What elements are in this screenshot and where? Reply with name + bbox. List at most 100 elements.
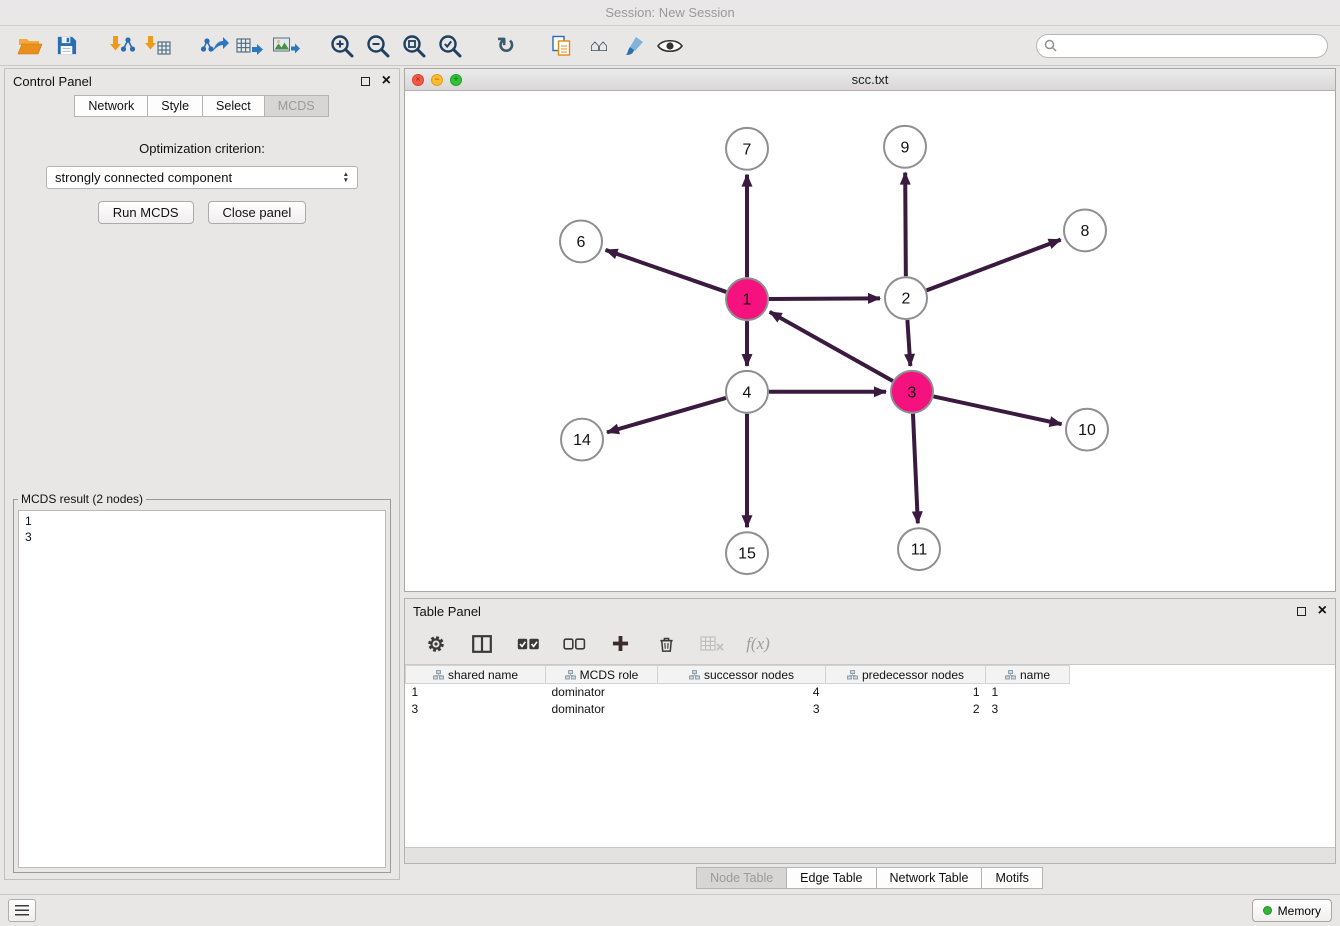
node-2[interactable]: 2: [885, 277, 927, 319]
export-network-button[interactable]: [196, 30, 232, 62]
first-neighbors-button[interactable]: ⌂⌂: [580, 30, 616, 62]
function-builder-button[interactable]: f(x): [743, 629, 773, 659]
edge-2-3[interactable]: [907, 320, 910, 366]
node-label: 14: [573, 432, 591, 449]
select-stepper-icon: ▲▼: [343, 172, 349, 183]
edge-3-1[interactable]: [770, 312, 893, 381]
edge-1-6[interactable]: [606, 250, 727, 292]
tab-mcds[interactable]: MCDS: [264, 95, 329, 117]
table-cell: 1: [826, 684, 986, 701]
network-canvas[interactable]: 7 9 6 8 1 2 4 3 14 10 15 11: [405, 91, 1335, 591]
open-session-button[interactable]: [12, 30, 48, 62]
zoom-out-icon: [365, 33, 391, 59]
node-label: 4: [743, 384, 752, 401]
export-table-button[interactable]: [232, 30, 268, 62]
node-7[interactable]: 7: [726, 128, 768, 170]
optimization-select[interactable]: strongly connected component ▲▼: [46, 166, 358, 189]
table-cell: 3: [406, 701, 546, 718]
trash-icon: [657, 634, 676, 654]
float-table-panel-icon[interactable]: [1297, 607, 1306, 616]
refresh-icon: ↻: [497, 35, 515, 57]
bottom-tab-motifs[interactable]: Motifs: [981, 867, 1042, 889]
export-image-button[interactable]: [268, 30, 304, 62]
table-settings-button[interactable]: [421, 629, 451, 659]
table-row[interactable]: 1dominator411: [406, 684, 1070, 701]
homes-icon: ⌂⌂: [590, 36, 607, 56]
window-close-icon[interactable]: ×: [412, 74, 424, 86]
delete-column-button[interactable]: [651, 629, 681, 659]
search-input[interactable]: [1036, 34, 1328, 58]
node-15[interactable]: 15: [726, 532, 768, 574]
bottom-tab-network-table[interactable]: Network Table: [876, 867, 983, 889]
show-columns-button[interactable]: [467, 629, 497, 659]
table-cell: 3: [658, 701, 826, 718]
zoom-out-button[interactable]: [360, 30, 396, 62]
run-mcds-button[interactable]: Run MCDS: [98, 201, 194, 224]
node-11[interactable]: 11: [898, 528, 940, 570]
import-table-button[interactable]: [140, 30, 176, 62]
node-10[interactable]: 10: [1066, 409, 1108, 451]
column-header-name[interactable]: name: [986, 666, 1070, 684]
zoom-in-button[interactable]: [324, 30, 360, 62]
edge-1-2[interactable]: [769, 298, 880, 299]
network-window-titlebar: × − + scc.txt: [405, 69, 1335, 91]
tab-style[interactable]: Style: [147, 95, 203, 117]
node-4[interactable]: 4: [726, 371, 768, 413]
float-panel-icon[interactable]: [361, 77, 370, 86]
column-header-successor-nodes[interactable]: successor nodes: [658, 666, 826, 684]
memory-button[interactable]: Memory: [1252, 899, 1332, 922]
column-header-shared-name[interactable]: shared name: [406, 666, 546, 684]
node-1[interactable]: 1: [726, 278, 768, 320]
memory-status-icon: [1263, 906, 1272, 915]
table-cell: 1: [406, 684, 546, 701]
select-all-columns-button[interactable]: [513, 629, 543, 659]
close-table-panel-icon[interactable]: ×: [1318, 603, 1327, 619]
edge-4-14[interactable]: [607, 398, 726, 432]
zoom-selected-icon: [437, 33, 463, 59]
bottom-tab-node-table[interactable]: Node Table: [696, 867, 787, 889]
save-session-button[interactable]: [48, 30, 84, 62]
window-zoom-icon[interactable]: +: [450, 74, 462, 86]
control-panel-title: Control Panel: [13, 74, 92, 89]
columns-icon: [472, 635, 492, 653]
edge-2-9[interactable]: [905, 173, 906, 277]
zoom-fit-button[interactable]: [396, 30, 432, 62]
zoom-selected-button[interactable]: [432, 30, 468, 62]
create-column-button[interactable]: [605, 629, 635, 659]
node-9[interactable]: 9: [884, 126, 926, 168]
show-panels-button[interactable]: [8, 899, 36, 922]
table-panel: Table Panel ×: [404, 598, 1336, 864]
import-network-button[interactable]: [104, 30, 140, 62]
network-window-title: scc.txt: [405, 72, 1335, 87]
delete-table-button[interactable]: [697, 629, 727, 659]
tab-select[interactable]: Select: [202, 95, 265, 117]
column-header-predecessor-nodes[interactable]: predecessor nodes: [826, 666, 986, 684]
apply-style-button[interactable]: [616, 30, 652, 62]
window-minimize-icon[interactable]: −: [431, 74, 443, 86]
close-panel-button[interactable]: Close panel: [208, 201, 307, 224]
edge-3-11[interactable]: [913, 414, 918, 524]
table-row[interactable]: 3dominator323: [406, 701, 1070, 718]
edge-3-10[interactable]: [933, 396, 1061, 424]
node-3[interactable]: 3: [891, 371, 933, 413]
table-horizontal-scrollbar[interactable]: [405, 847, 1335, 863]
show-hide-button[interactable]: [652, 30, 688, 62]
unselect-all-columns-button[interactable]: [559, 629, 589, 659]
gear-icon: [426, 634, 446, 654]
mcds-result-list[interactable]: 13: [18, 510, 386, 868]
control-panel-tabs: NetworkStyleSelectMCDS: [5, 95, 399, 117]
node-label: 7: [743, 141, 752, 158]
control-panel-header: Control Panel ×: [5, 69, 399, 93]
edge-2-8[interactable]: [927, 240, 1061, 291]
node-14[interactable]: 14: [561, 419, 603, 461]
clone-network-button[interactable]: [544, 30, 580, 62]
column-header-mcds-role[interactable]: MCDS role: [546, 666, 658, 684]
bottom-tab-edge-table[interactable]: Edge Table: [786, 867, 876, 889]
close-panel-icon[interactable]: ×: [382, 73, 391, 89]
node-label: 1: [743, 292, 752, 309]
node-8[interactable]: 8: [1064, 210, 1106, 252]
eye-icon: [657, 37, 683, 55]
apply-layout-button[interactable]: ↻: [488, 30, 524, 62]
node-6[interactable]: 6: [560, 220, 602, 262]
tab-network[interactable]: Network: [74, 95, 148, 117]
